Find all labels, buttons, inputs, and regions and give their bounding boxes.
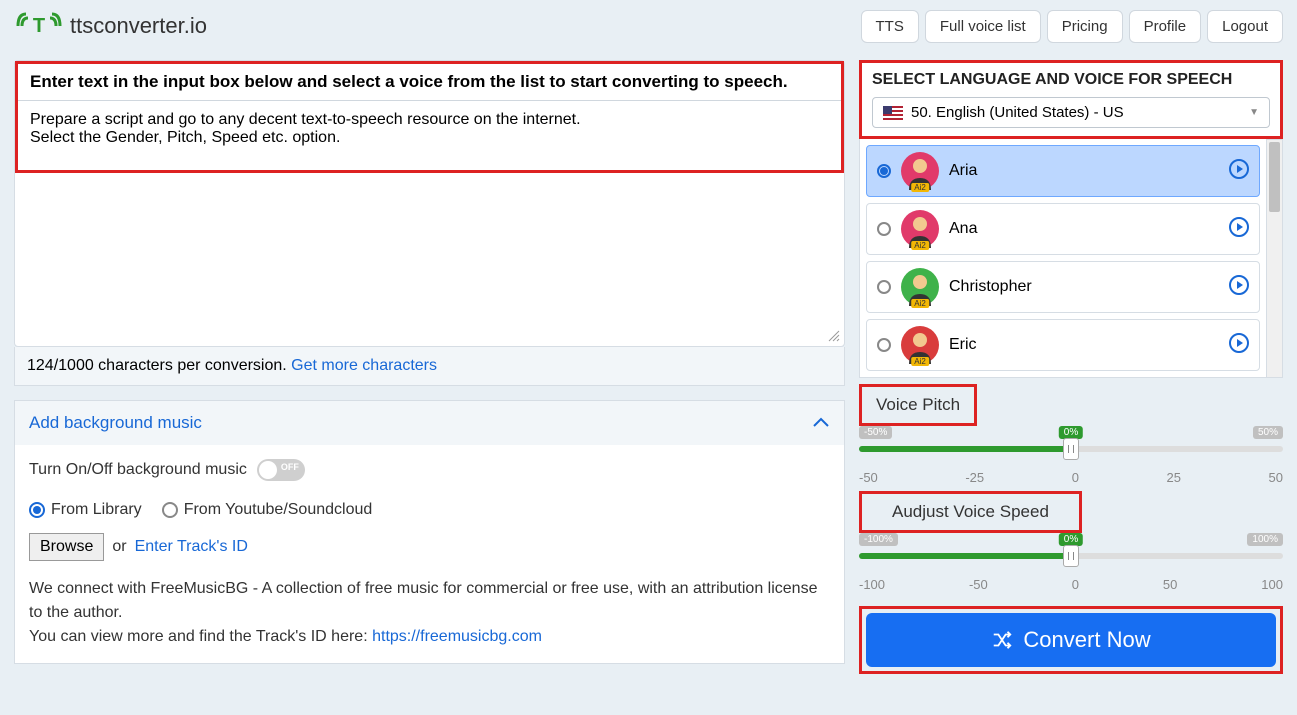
text-input-panel: Enter text in the input box below and se… [14,60,845,347]
voice-name: Aria [949,162,977,180]
get-more-characters-link[interactable]: Get more characters [291,357,437,374]
pitch-max-badge: 50% [1253,426,1283,439]
pitch-thumb[interactable] [1063,438,1079,460]
speed-ticks: -100 -50 0 50 100 [859,577,1283,592]
play-icon[interactable] [1229,333,1249,358]
pitch-block: Voice Pitch -50% 0% 50% -50 -25 0 25 50 [859,384,1283,485]
voice-radio-icon [877,338,891,352]
ai-badge: Ai2 [911,241,929,250]
svg-text:T: T [33,15,45,37]
topbar: T ttsconverter.io TTS Full voice list Pr… [0,0,1297,52]
scrollbar-thumb[interactable] [1269,142,1280,212]
language-select[interactable]: 50. English (United States) - US ▼ [872,97,1270,128]
voice-item-ana[interactable]: Ai2 Ana [866,203,1260,255]
chevron-up-icon [812,413,830,433]
radio-from-library[interactable]: From Library [29,501,142,519]
nav-logout[interactable]: Logout [1207,10,1283,43]
play-icon[interactable] [1229,217,1249,242]
music-desc-1: We connect with FreeMusicBG - A collecti… [29,577,830,625]
speed-label: Audjust Voice Speed [859,491,1082,533]
lang-title: SELECT LANGUAGE AND VOICE FOR SPEECH [872,71,1270,89]
ai-badge: Ai2 [911,299,929,308]
or-text: or [112,538,126,556]
charcount: 124/1000 characters per conversion. Get … [14,347,845,386]
avatar-icon: Ai2 [901,152,939,190]
radio-from-external[interactable]: From Youtube/Soundcloud [162,501,373,519]
charcount-text: 124/1000 characters per conversion. [27,357,291,374]
voice-name: Eric [949,336,977,354]
site-name: ttsconverter.io [70,13,207,39]
caret-down-icon: ▼ [1249,107,1259,118]
voice-item-christopher[interactable]: Ai2 Christopher [866,261,1260,313]
text-input[interactable] [18,101,841,165]
resize-handle-icon[interactable] [828,330,840,342]
voice-radio-icon [877,164,891,178]
accordion-title: Add background music [29,413,202,433]
voice-item-eric[interactable]: Ai2 Eric [866,319,1260,371]
music-desc-2-prefix: You can view more and find the Track's I… [29,628,372,645]
pitch-ticks: -50 -25 0 25 50 [859,470,1283,485]
voice-radio-icon [877,280,891,294]
radio-checked-icon [29,502,45,518]
voice-list-container: Ai2 Aria Ai2 Ana Ai2 Christopher Ai2 Eric [859,139,1283,378]
shuffle-icon [991,629,1013,651]
voice-item-aria[interactable]: Ai2 Aria [866,145,1260,197]
convert-wrap: Convert Now [859,606,1283,674]
browse-button[interactable]: Browse [29,533,104,561]
speed-max-badge: 100% [1247,533,1283,546]
nav-tts[interactable]: TTS [861,10,919,43]
ai-badge: Ai2 [911,183,929,192]
logo-icon: T [14,8,64,44]
avatar-icon: Ai2 [901,268,939,306]
play-icon[interactable] [1229,159,1249,184]
voice-radio-icon [877,222,891,236]
selected-language: 50. English (United States) - US [911,104,1124,121]
voice-name: Christopher [949,278,1032,296]
speed-min-badge: -100% [859,533,898,546]
ai-badge: Ai2 [911,357,929,366]
speed-slider[interactable]: -100% 0% 100% [859,543,1283,569]
background-music-accordion: Add background music Turn On/Off backgro… [14,400,845,664]
voice-name: Ana [949,220,977,238]
text-input-extra-space[interactable] [15,173,844,341]
pitch-slider[interactable]: -50% 0% 50% [859,436,1283,462]
speed-block: Audjust Voice Speed -100% 0% 100% -100 -… [859,491,1283,592]
input-label: Enter text in the input box below and se… [18,64,841,101]
voice-list: Ai2 Aria Ai2 Ana Ai2 Christopher Ai2 Eric [859,139,1267,378]
pitch-label: Voice Pitch [859,384,977,426]
accordion-header[interactable]: Add background music [15,401,844,445]
toggle-label: Turn On/Off background music [29,461,247,479]
nav-buttons: TTS Full voice list Pricing Profile Logo… [861,10,1283,43]
nav-profile[interactable]: Profile [1129,10,1202,43]
avatar-icon: Ai2 [901,210,939,248]
logo[interactable]: T ttsconverter.io [14,8,207,44]
convert-button[interactable]: Convert Now [866,613,1276,667]
freemusicbg-link[interactable]: https://freemusicbg.com [372,628,542,645]
speed-thumb[interactable] [1063,545,1079,567]
nav-full-voice-list[interactable]: Full voice list [925,10,1041,43]
pitch-min-badge: -50% [859,426,892,439]
avatar-icon: Ai2 [901,326,939,364]
play-icon[interactable] [1229,275,1249,300]
nav-pricing[interactable]: Pricing [1047,10,1123,43]
language-panel: SELECT LANGUAGE AND VOICE FOR SPEECH 50.… [859,60,1283,139]
radio-unchecked-icon [162,502,178,518]
us-flag-icon [883,106,903,120]
voice-scrollbar[interactable] [1267,139,1283,378]
enter-track-link[interactable]: Enter Track's ID [135,538,248,556]
bg-music-toggle[interactable]: OFF [257,459,305,481]
